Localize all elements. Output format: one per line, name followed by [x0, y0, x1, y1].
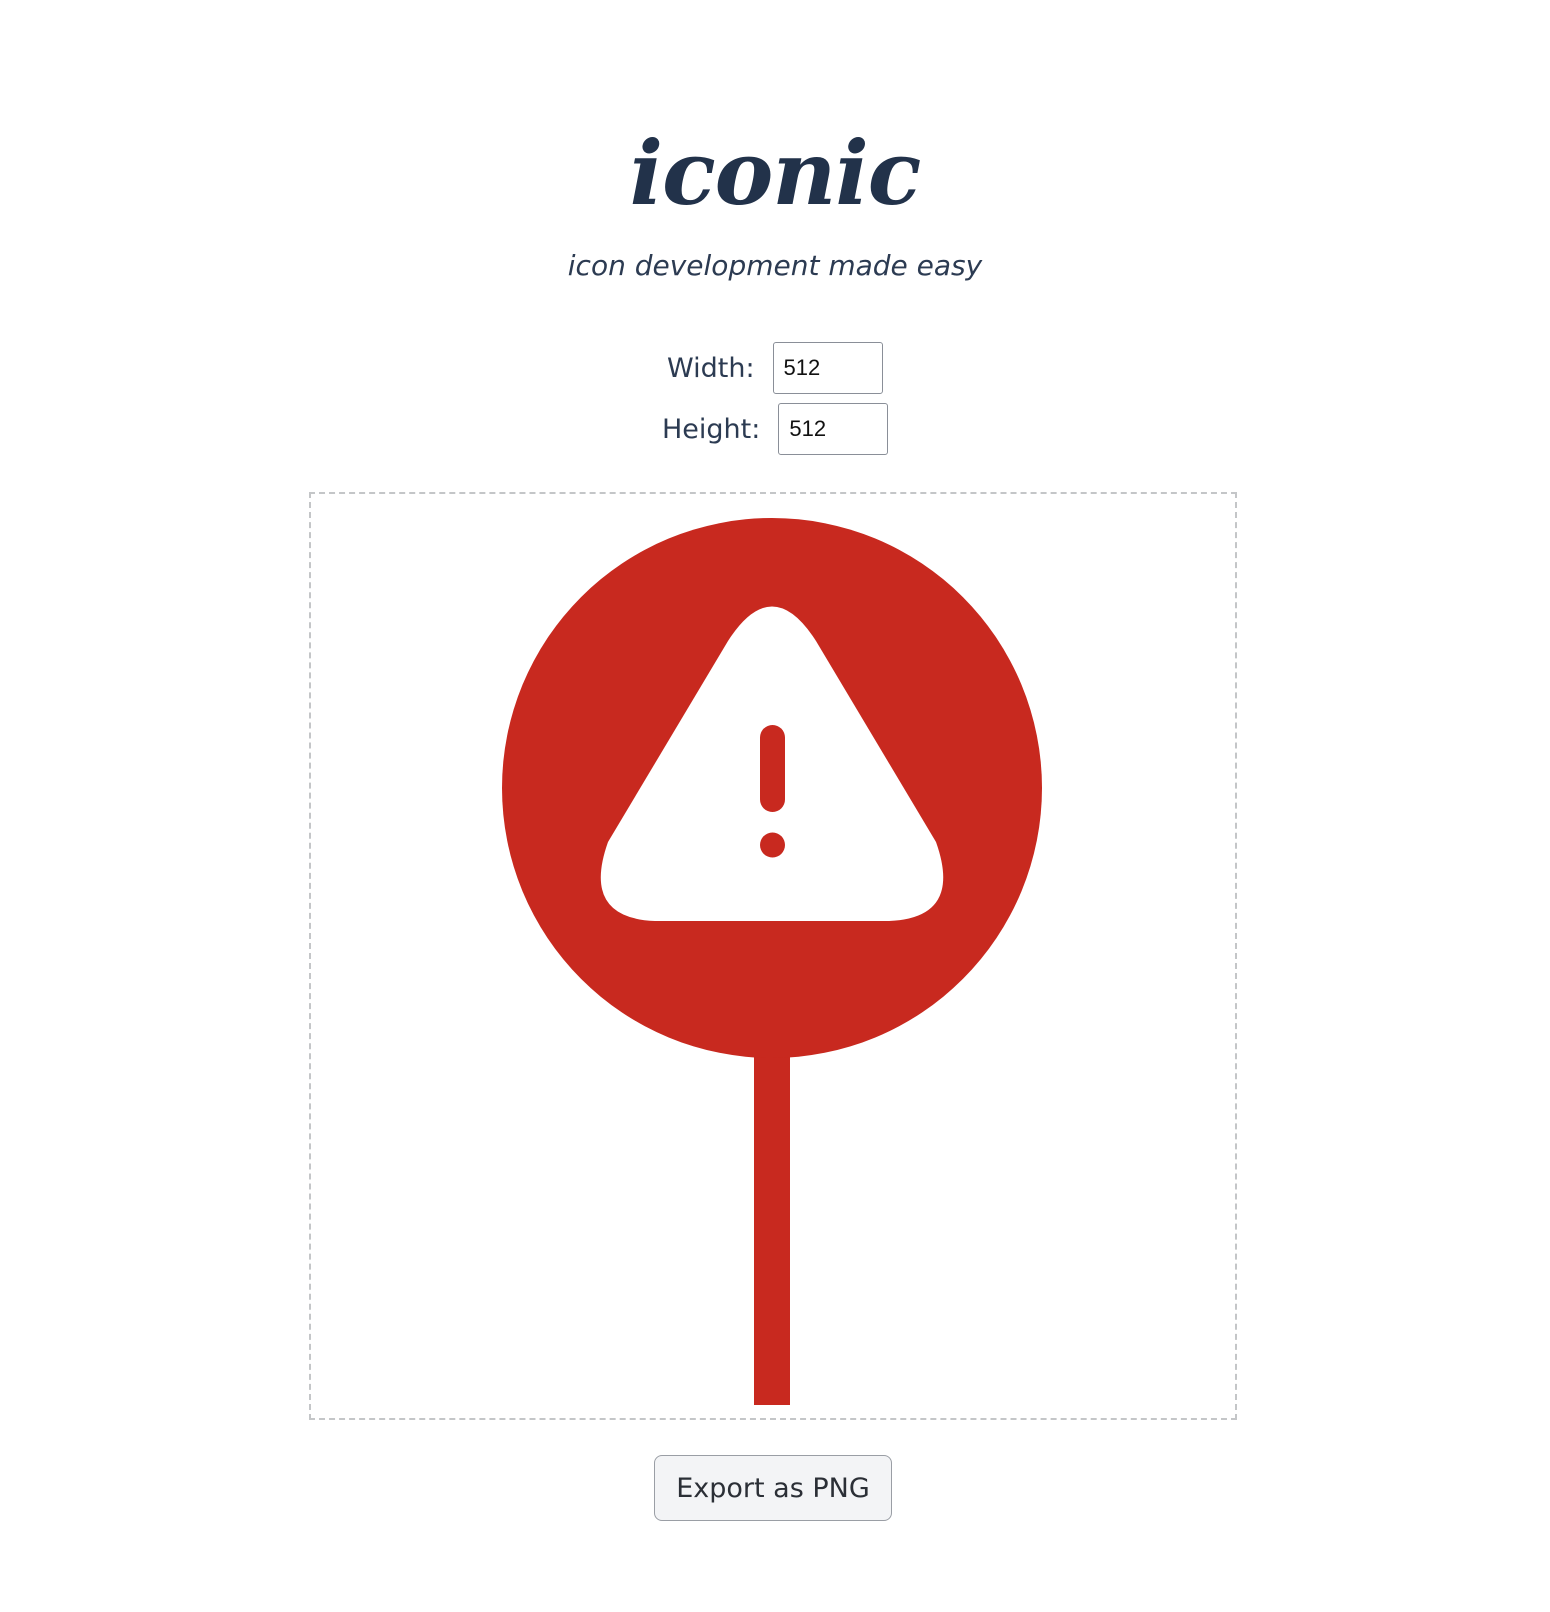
- width-input[interactable]: [772, 342, 883, 394]
- warning-sign-icon: [502, 518, 1042, 1405]
- iconic-page: iconic icon development made easy Width:…: [0, 0, 1550, 1612]
- app-subtitle: icon development made easy: [567, 249, 983, 282]
- width-label: Width:: [667, 352, 755, 384]
- height-label: Height:: [662, 413, 761, 445]
- sign-post: [754, 1032, 790, 1405]
- height-input[interactable]: [778, 403, 889, 455]
- height-field-row: Height:: [662, 403, 889, 455]
- app-title: iconic: [629, 121, 922, 225]
- icon-preview-canvas: [309, 492, 1237, 1420]
- exclamation-dot: [760, 832, 785, 858]
- exclamation-bar: [760, 725, 785, 812]
- export-png-button[interactable]: Export as PNG: [654, 1455, 892, 1521]
- width-field-row: Width:: [667, 342, 883, 394]
